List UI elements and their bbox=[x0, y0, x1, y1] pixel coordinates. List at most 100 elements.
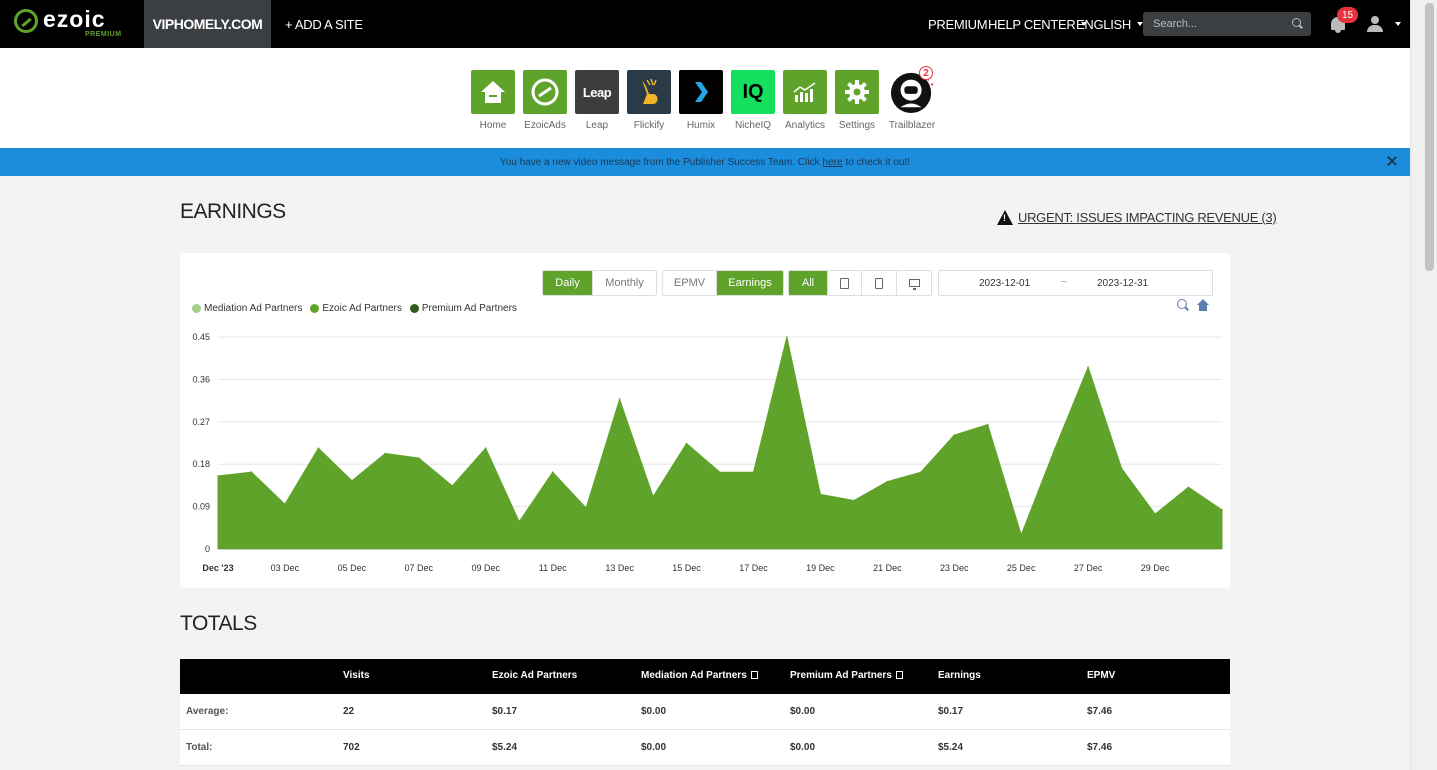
top-navbar: ezoic PREMIUM VIPHOMELY.COM + ADD A SITE… bbox=[0, 0, 1410, 48]
search-box bbox=[1143, 12, 1311, 36]
gear-icon bbox=[835, 70, 879, 114]
table-cell: $0.17 bbox=[492, 706, 518, 717]
app-nicheiq[interactable]: IQ NicheIQ bbox=[731, 70, 775, 131]
x-tick-label: 21 Dec bbox=[873, 563, 902, 573]
data-point bbox=[819, 493, 822, 496]
app-ezoicads[interactable]: EzoicAds bbox=[523, 70, 567, 131]
help-center-menu[interactable]: HELP CENTER bbox=[988, 0, 1088, 48]
page-scrollbar[interactable] bbox=[1410, 0, 1437, 770]
leap-icon: Leap bbox=[575, 70, 619, 114]
data-point bbox=[1020, 534, 1022, 536]
language-menu[interactable]: ENGLISH bbox=[1076, 0, 1143, 48]
language-label: ENGLISH bbox=[1076, 16, 1131, 32]
x-tick-label: 19 Dec bbox=[806, 563, 835, 573]
data-point bbox=[1187, 486, 1190, 489]
data-point bbox=[786, 336, 788, 338]
user-icon bbox=[1371, 16, 1379, 24]
app-leap[interactable]: Leap Leap bbox=[575, 70, 619, 131]
app-trailblazer[interactable]: 2 Trailblazer bbox=[889, 66, 935, 131]
app-humix[interactable]: Humix bbox=[679, 70, 723, 131]
x-tick-label: 23 Dec bbox=[940, 563, 969, 573]
data-point bbox=[1087, 366, 1089, 368]
data-point bbox=[1120, 467, 1123, 470]
urgent-issues-link[interactable]: URGENT: ISSUES IMPACTING REVENUE (3) bbox=[997, 210, 1277, 225]
column-header: Ezoic Ad Partners bbox=[492, 670, 578, 681]
data-point bbox=[652, 495, 654, 498]
site-selector-tab[interactable]: VIPHOMELY.COM bbox=[144, 0, 271, 48]
y-tick-label: 0 bbox=[205, 544, 210, 554]
earnings-heading: EARNINGS bbox=[180, 200, 286, 223]
x-tick-label: 15 Dec bbox=[672, 563, 701, 573]
x-tick-label: 07 Dec bbox=[405, 563, 434, 573]
scrollbar-thumb[interactable] bbox=[1425, 3, 1434, 271]
search-input[interactable] bbox=[1143, 12, 1283, 36]
table-header: Visits Ezoic Ad Partners Mediation Ad Pa… bbox=[180, 659, 1230, 694]
notifications-count-badge: 15 bbox=[1337, 7, 1358, 23]
notice-text: You have a new video message from the Pu… bbox=[499, 156, 820, 168]
app-settings[interactable]: Settings bbox=[835, 70, 879, 131]
nicheiq-icon: IQ bbox=[731, 70, 775, 114]
x-tick-label: 09 Dec bbox=[471, 563, 500, 573]
data-point bbox=[853, 499, 855, 502]
logo-text: ezoic bbox=[43, 6, 106, 32]
data-point bbox=[1053, 448, 1056, 450]
data-point bbox=[986, 423, 989, 426]
data-point bbox=[418, 457, 420, 459]
info-icon[interactable] bbox=[750, 671, 758, 679]
trailblazer-badge: 2 bbox=[919, 66, 933, 80]
data-point bbox=[618, 398, 621, 400]
app-home[interactable]: Home bbox=[471, 70, 515, 131]
data-point bbox=[217, 475, 219, 477]
premium-link[interactable]: PREMIUM bbox=[928, 0, 988, 48]
help-center-label: HELP CENTER bbox=[988, 16, 1076, 32]
home-icon bbox=[471, 70, 515, 114]
app-flickify[interactable]: Flickify bbox=[627, 70, 671, 131]
app-analytics[interactable]: Analytics bbox=[783, 70, 827, 131]
notice-banner: You have a new video message from the Pu… bbox=[0, 148, 1410, 176]
data-point bbox=[1221, 509, 1223, 511]
add-site-link[interactable]: + ADD A SITE bbox=[285, 0, 363, 48]
analytics-icon bbox=[783, 70, 827, 114]
data-point bbox=[585, 507, 587, 509]
app-label: Trailblazer bbox=[888, 120, 936, 131]
x-tick-label: 17 Dec bbox=[739, 563, 768, 573]
y-tick-label: 0.45 bbox=[192, 332, 210, 342]
x-tick-label: Dec '23 bbox=[202, 563, 233, 573]
x-tick-label: 25 Dec bbox=[1007, 563, 1036, 573]
data-point bbox=[551, 471, 554, 473]
data-point bbox=[484, 447, 487, 449]
totals-table: Visits Ezoic Ad Partners Mediation Ad Pa… bbox=[180, 659, 1230, 766]
chevron-down-icon[interactable] bbox=[1395, 22, 1401, 26]
table-cell: 22 bbox=[343, 706, 355, 717]
column-header: Visits bbox=[343, 670, 370, 681]
table-cell: $7.46 bbox=[1087, 742, 1113, 753]
table-cell: $0.00 bbox=[790, 742, 816, 753]
user-menu-button[interactable] bbox=[1366, 15, 1384, 33]
table-cell: $0.00 bbox=[641, 706, 667, 717]
data-point bbox=[920, 471, 922, 473]
column-header: Mediation Ad Partners bbox=[641, 670, 758, 681]
column-header: Premium Ad Partners bbox=[790, 670, 903, 681]
table-cell: $0.17 bbox=[938, 706, 964, 717]
table-cell: $5.24 bbox=[938, 742, 964, 753]
data-point bbox=[886, 480, 889, 483]
data-point bbox=[384, 452, 387, 455]
table-cell: $7.46 bbox=[1087, 706, 1113, 717]
info-icon[interactable] bbox=[895, 671, 903, 679]
column-header: Earnings bbox=[938, 670, 981, 681]
notice-link[interactable]: here bbox=[823, 157, 843, 168]
data-point bbox=[953, 434, 956, 436]
ezoic-logo-icon bbox=[14, 9, 38, 33]
row-label: Average: bbox=[186, 706, 229, 717]
x-tick-label: 03 Dec bbox=[271, 563, 300, 573]
warning-icon bbox=[997, 210, 1013, 225]
table-cell: $0.00 bbox=[790, 706, 816, 717]
ezoic-logo[interactable]: ezoic PREMIUM bbox=[14, 6, 134, 41]
search-icon[interactable] bbox=[1292, 18, 1301, 27]
data-point bbox=[752, 471, 755, 473]
y-tick-label: 0.18 bbox=[192, 459, 210, 469]
table-row: Total: 702 $5.24 $0.00 $0.00 $5.24 $7.46 bbox=[180, 730, 1230, 766]
close-icon[interactable] bbox=[1386, 155, 1398, 167]
y-tick-label: 0.27 bbox=[192, 417, 210, 427]
data-point bbox=[1154, 513, 1156, 515]
